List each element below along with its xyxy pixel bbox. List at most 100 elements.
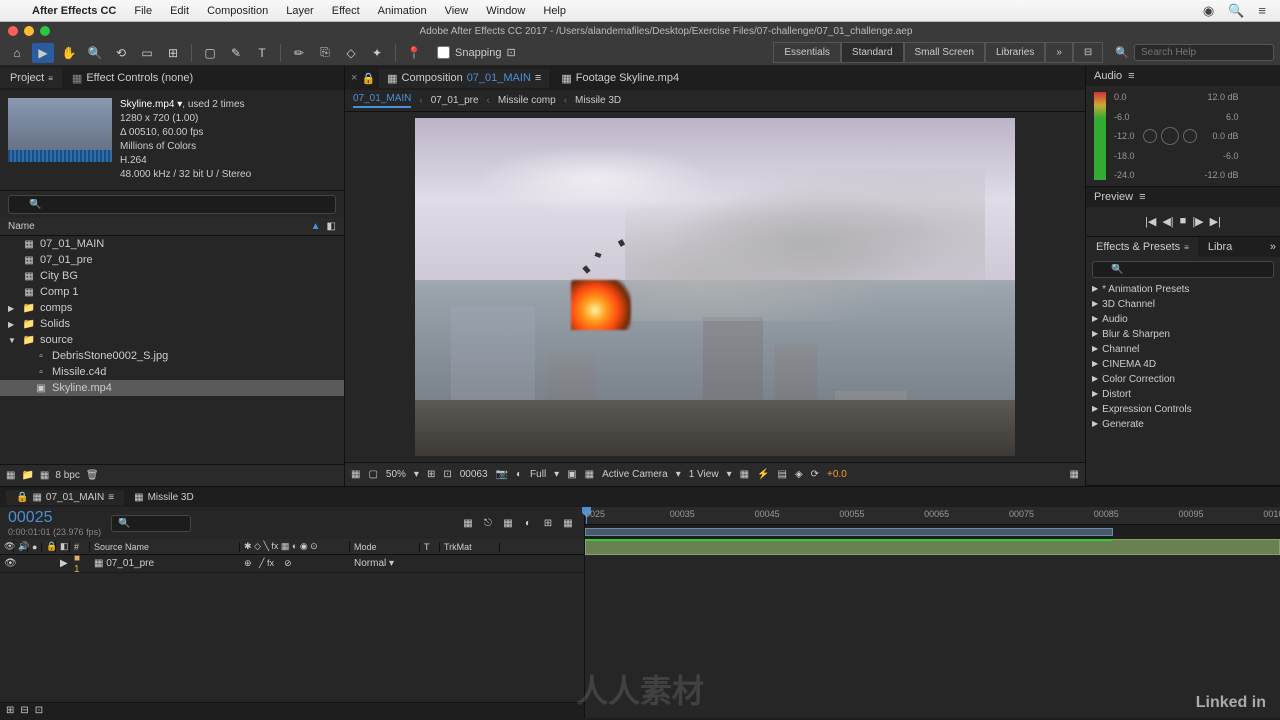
close-tab-icon[interactable]: ×	[351, 72, 357, 84]
help-search-input[interactable]	[1134, 44, 1274, 61]
menu-view[interactable]: View	[445, 5, 469, 17]
resolution-dropdown[interactable]: Full	[530, 469, 546, 480]
always-preview-icon[interactable]: ▦	[351, 469, 360, 480]
pen-tool[interactable]: ✎	[225, 43, 247, 63]
effect-category[interactable]: ▶Audio	[1086, 312, 1280, 327]
first-frame-button[interactable]: |◀	[1145, 215, 1156, 228]
frame-blend-icon[interactable]: ▦	[500, 515, 516, 531]
trash-icon[interactable]: 🗑	[86, 470, 99, 481]
current-frame[interactable]: 00063	[460, 469, 488, 480]
asset-thumbnail[interactable]	[8, 98, 112, 162]
shy-icon[interactable]: ⎋	[480, 515, 496, 531]
effect-category[interactable]: ▶Channel	[1086, 342, 1280, 357]
effects-menu-icon[interactable]: ≡	[1184, 243, 1188, 252]
rectangle-tool[interactable]: ▢	[199, 43, 221, 63]
menu-file[interactable]: File	[134, 5, 152, 17]
expand-arrow-icon[interactable]: ▶	[1092, 329, 1098, 340]
brush-tool[interactable]: ✏	[288, 43, 310, 63]
layer-video-toggle[interactable]: 👁	[0, 558, 14, 569]
work-area-bar[interactable]	[585, 525, 1280, 539]
toggle-switches-icon[interactable]: ⊞	[6, 705, 14, 716]
tab-menu-icon[interactable]: ≡	[108, 492, 114, 503]
project-item[interactable]: ▦Comp 1	[0, 284, 344, 300]
stop-button[interactable]: ■	[1180, 215, 1187, 228]
expand-arrow-icon[interactable]: ▶	[1092, 404, 1098, 415]
ws-overflow-icon[interactable]: »	[1045, 42, 1073, 63]
text-tool[interactable]: T	[251, 43, 273, 63]
timeline-tab-missile[interactable]: ▦ Missile 3D	[124, 490, 204, 505]
lock-icon[interactable]: 🔒	[16, 492, 28, 503]
label-column-icon[interactable]: ◧	[327, 221, 336, 232]
exposure-value[interactable]: +0.0	[827, 469, 847, 480]
home-icon[interactable]: ⌂	[6, 43, 28, 63]
safe-zones-icon[interactable]: ⊞	[427, 469, 435, 480]
current-timecode[interactable]: 00025	[8, 509, 101, 527]
timeline-icon[interactable]: ▤	[778, 469, 787, 480]
interpret-icon[interactable]: ▦	[6, 470, 15, 481]
menu-window[interactable]: Window	[486, 5, 525, 17]
project-item[interactable]: ▼📁source	[0, 332, 344, 348]
views-dropdown[interactable]: 1 View	[689, 469, 719, 480]
expand-icon[interactable]: ▼	[8, 336, 18, 345]
mode-col[interactable]: Mode	[350, 542, 420, 552]
project-columns[interactable]: Name ▲ ◧	[0, 218, 344, 236]
zoom-tool[interactable]: 🔍	[84, 43, 106, 63]
cc-icon[interactable]: ◉	[1203, 3, 1214, 19]
effect-controls-tab[interactable]: ▦ Effect Controls (none)	[62, 68, 203, 89]
comp-mini-icon[interactable]: ▦	[460, 515, 476, 531]
app-menu[interactable]: After Effects CC	[32, 5, 116, 17]
level-knob[interactable]	[1183, 129, 1197, 143]
zoom-level[interactable]: 50%	[386, 469, 406, 480]
project-item[interactable]: ▦City BG	[0, 268, 344, 284]
expand-arrow-icon[interactable]: ▶	[1092, 419, 1098, 430]
transparency-icon[interactable]: ▢	[368, 469, 377, 480]
level-knob[interactable]	[1143, 129, 1157, 143]
timeline-search-input[interactable]	[111, 515, 191, 532]
panel-overflow-icon[interactable]: »	[1266, 237, 1280, 257]
new-comp-icon[interactable]: ▦	[40, 470, 49, 481]
ws-reset-icon[interactable]: ⊟	[1073, 42, 1103, 63]
menu-edit[interactable]: Edit	[170, 5, 189, 17]
roi-icon[interactable]: ▣	[567, 469, 576, 480]
project-item[interactable]: ▦07_01_MAIN	[0, 236, 344, 252]
clone-tool[interactable]: ⎘	[314, 43, 336, 63]
time-ruler[interactable]: 0025000350004500055000650007500085000950…	[585, 507, 1280, 525]
layer-expand-icon[interactable]: ▶	[56, 558, 70, 569]
close-window-button[interactable]	[8, 26, 18, 36]
comp-tab[interactable]: ▦ Composition 07_01_MAIN ≡	[379, 69, 549, 88]
toggle-modes-icon[interactable]: ⊟	[20, 705, 28, 716]
orbit-tool[interactable]: ⟲	[110, 43, 132, 63]
panel-menu-icon[interactable]: ≡	[48, 74, 52, 83]
channel-icon[interactable]: ◐	[516, 469, 522, 480]
effect-category[interactable]: ▶* Animation Presets	[1086, 282, 1280, 297]
zoom-window-button[interactable]	[40, 26, 50, 36]
layer-switches[interactable]: ⊕ ╱ fx ⊘	[240, 558, 350, 569]
footage-tab[interactable]: ▦ Footage Skyline.mp4	[553, 69, 687, 88]
viewer-menu-icon[interactable]: ▦	[1070, 469, 1079, 480]
project-item[interactable]: ▶📁comps	[0, 300, 344, 316]
composition-viewer[interactable]	[345, 112, 1085, 462]
snapshot-icon[interactable]: 📷	[496, 469, 508, 480]
video-col-icon[interactable]: 👁	[0, 541, 14, 552]
menu-layer[interactable]: Layer	[286, 5, 314, 17]
audio-panel-header[interactable]: Audio ≡	[1086, 66, 1280, 86]
menu-effect[interactable]: Effect	[332, 5, 360, 17]
expand-arrow-icon[interactable]: ▶	[1092, 314, 1098, 325]
zoom-dropdown-icon[interactable]: ▾	[414, 469, 419, 480]
effects-category-list[interactable]: ▶* Animation Presets▶3D Channel▶Audio▶Bl…	[1086, 282, 1280, 432]
effect-category[interactable]: ▶Expression Controls	[1086, 402, 1280, 417]
res-dropdown-icon[interactable]: ▾	[554, 469, 559, 480]
fast-preview-icon[interactable]: ⚡	[757, 469, 769, 480]
minimize-window-button[interactable]	[24, 26, 34, 36]
flowchart-icon[interactable]: ◈	[795, 469, 803, 480]
solo-col-icon[interactable]: ●	[28, 542, 42, 552]
new-folder-icon[interactable]: 📁	[21, 470, 33, 481]
effects-search-input[interactable]	[1092, 261, 1274, 278]
camera-tool[interactable]: ▭	[136, 43, 158, 63]
project-item[interactable]: ▫DebrisStone0002_S.jpg	[0, 348, 344, 364]
effect-category[interactable]: ▶Blur & Sharpen	[1086, 327, 1280, 342]
comp-panel-menu-icon[interactable]: ≡	[535, 72, 541, 84]
expand-icon[interactable]: ▶	[8, 304, 18, 313]
layer-name[interactable]: 07_01_pre	[106, 558, 154, 569]
preview-panel-header[interactable]: Preview ≡	[1086, 187, 1280, 207]
